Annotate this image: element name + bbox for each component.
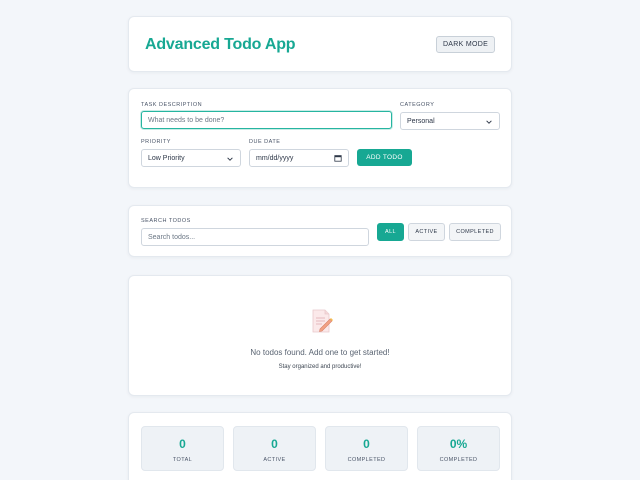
app-title: Advanced Todo App [145,36,296,53]
category-label: CATEGORY [400,102,435,108]
stat-total: 0 TOTAL [141,426,224,471]
stat-active-value: 0 [271,437,278,451]
stat-completed: 0 COMPLETED [325,426,408,471]
stat-completed-value: 0 [363,437,370,451]
due-date-placeholder: mm/dd/yyyy [256,154,294,162]
filter-active-button[interactable]: ACTIVE [408,223,445,241]
stat-completed-label: COMPLETED [347,457,386,463]
stat-total-value: 0 [179,437,186,451]
filter-all-button[interactable]: ALL [377,223,404,241]
stat-total-label: TOTAL [172,457,193,463]
priority-select[interactable]: Low Priority [141,149,241,167]
task-description-placeholder: What needs to be done? [148,116,225,124]
empty-state-title: No todos found. Add one to get started! [250,348,390,357]
filter-completed-button[interactable]: COMPLETED [449,223,501,241]
chevron-down-icon [486,120,492,124]
priority-label: PRIORITY [141,139,171,145]
task-description-label: TASK DESCRIPTION [141,102,203,108]
empty-state-card: No todos found. Add one to get started! … [128,275,512,396]
add-todo-form: TASK DESCRIPTION What needs to be done? … [128,88,512,188]
due-date-input[interactable]: mm/dd/yyyy [249,149,349,167]
stats-card: 0 TOTAL 0 ACTIVE 0 COMPLETED 0% COMPLETE… [128,412,512,480]
search-placeholder: Search todos... [148,233,196,241]
category-value: Personal [407,117,435,125]
add-todo-button[interactable]: ADD TODO [357,149,412,166]
task-description-input[interactable]: What needs to be done? [141,111,392,129]
search-label: SEARCH TODOS [141,218,191,224]
category-select[interactable]: Personal [400,112,500,130]
stat-completion-rate-label: COMPLETED [439,457,478,463]
search-card: SEARCH TODOS Search todos... ALL ACTIVE … [128,205,512,257]
header-card: Advanced Todo App DARK MODE [128,16,512,72]
stat-completion-rate-value: 0% [449,437,468,451]
stat-active-label: ACTIVE [263,457,286,463]
dark-mode-button[interactable]: DARK MODE [436,36,495,53]
stat-completion-rate: 0% COMPLETED [417,426,500,471]
calendar-icon[interactable] [334,154,342,162]
priority-value: Low Priority [148,154,185,162]
due-date-label: DUE DATE [249,139,281,145]
search-input[interactable]: Search todos... [141,228,369,246]
empty-state-subtitle: Stay organized and productive! [278,364,362,370]
stat-active: 0 ACTIVE [233,426,316,471]
chevron-down-icon [227,157,233,161]
memo-pencil-icon [312,309,333,333]
